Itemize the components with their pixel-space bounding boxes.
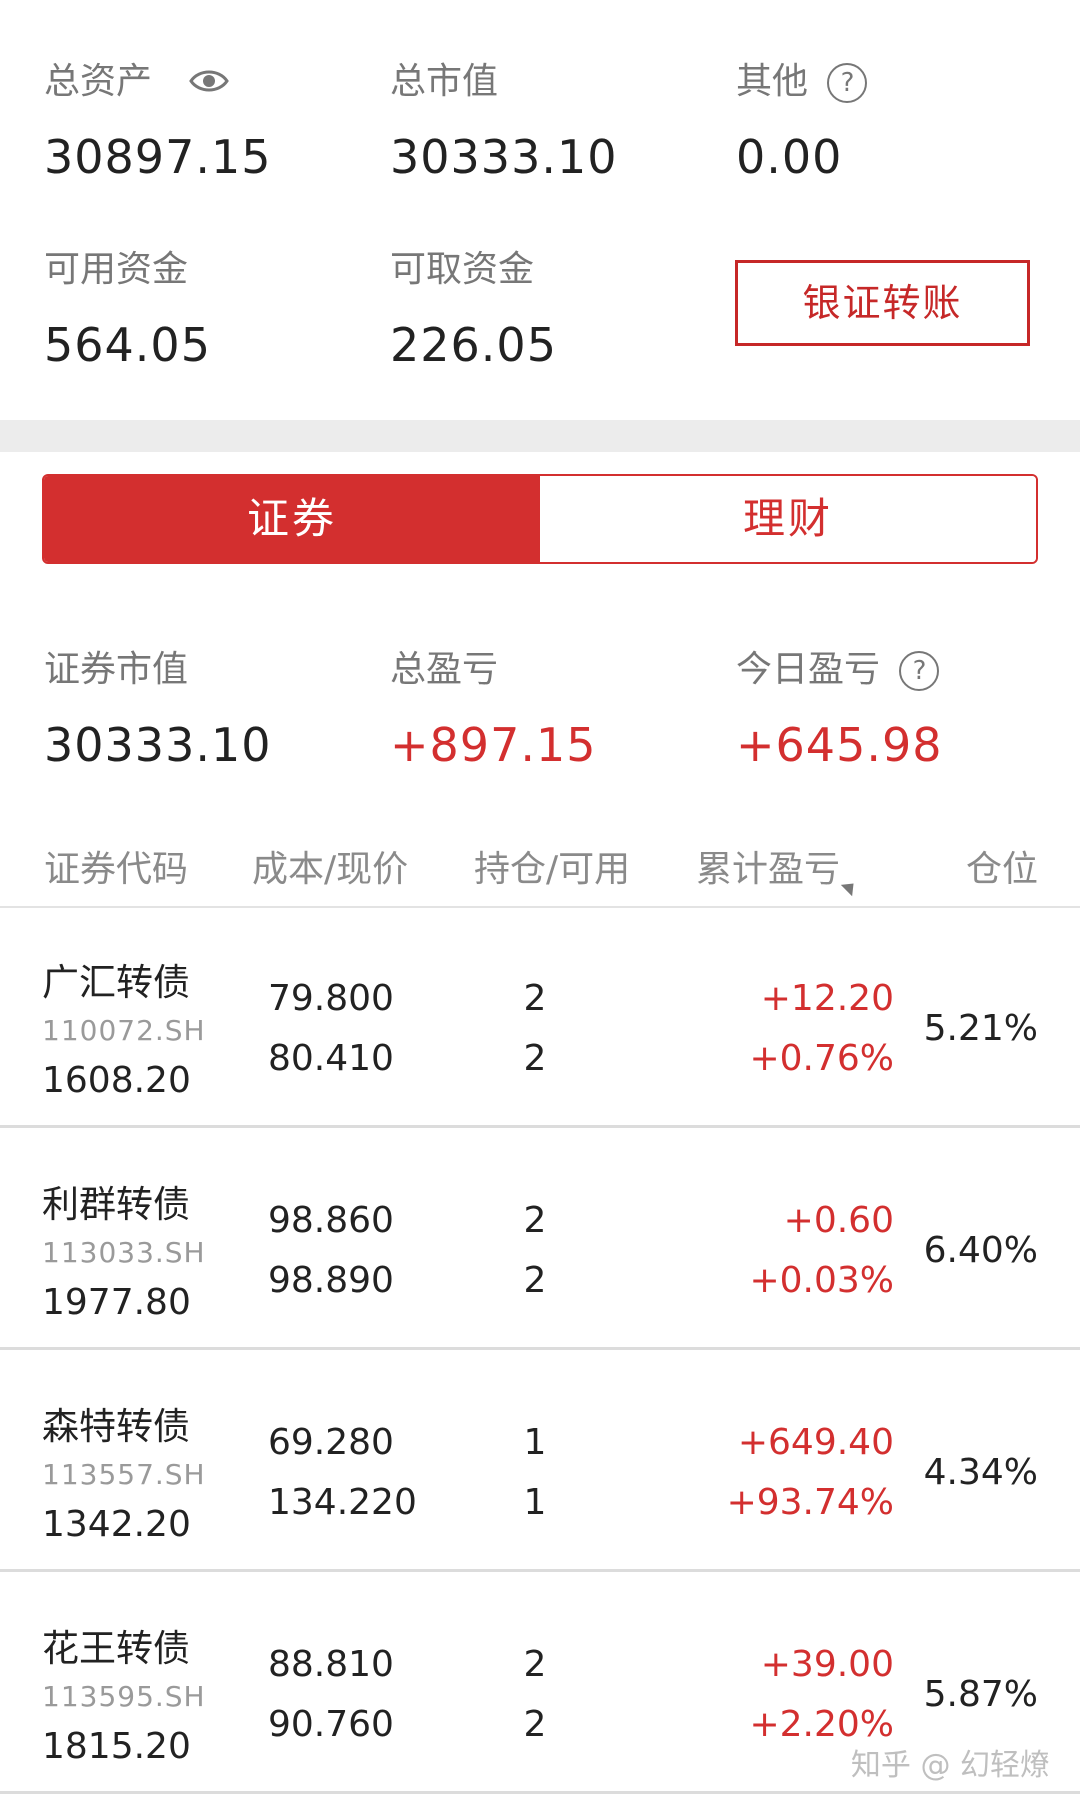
position-pct: 6.40% xyxy=(923,1230,1038,1271)
other-value: 0.00 xyxy=(736,130,843,184)
today-pl-label-text: 今日盈亏 xyxy=(736,649,881,690)
question-circle-icon[interactable]: ? xyxy=(827,63,868,103)
cumulative-pl: +0.60 xyxy=(783,1200,894,1241)
row-divider xyxy=(0,1569,1080,1572)
available-funds-label: 可用资金 xyxy=(44,249,189,290)
available-qty: 1 xyxy=(523,1482,547,1523)
security-code: 110072.SH xyxy=(42,1014,206,1047)
market-value-value: 30333.10 xyxy=(390,130,618,184)
row-divider xyxy=(0,1125,1080,1128)
security-market-value: 1815.20 xyxy=(42,1726,191,1767)
cumulative-pl-pct: +2.20% xyxy=(749,1704,894,1745)
header-position[interactable]: 仓位 xyxy=(966,840,1038,892)
holding-qty: 2 xyxy=(523,1200,547,1241)
security-code: 113033.SH xyxy=(42,1236,206,1269)
table-row[interactable]: 广汇转债 110072.SH 1608.20 79.800 80.410 2 2… xyxy=(0,908,1080,1128)
total-assets-label-text: 总资产 xyxy=(44,61,153,102)
security-code: 113595.SH xyxy=(42,1680,206,1713)
cost-price: 88.810 xyxy=(268,1644,394,1685)
header-security-code[interactable]: 证券代码 xyxy=(44,840,188,892)
total-pl-value: +897.15 xyxy=(390,718,597,772)
cumulative-pl-pct: +0.76% xyxy=(749,1038,894,1079)
question-circle-icon[interactable]: ? xyxy=(899,651,940,691)
total-assets-label: 总资产 xyxy=(44,52,230,104)
header-holding-available[interactable]: 持仓/可用 xyxy=(474,840,630,892)
holding-qty: 2 xyxy=(523,978,547,1019)
row-divider xyxy=(0,1347,1080,1350)
cumulative-pl: +39.00 xyxy=(760,1644,894,1685)
available-funds-value: 564.05 xyxy=(44,318,211,372)
today-pl-value: +645.98 xyxy=(736,718,943,772)
security-name: 花王转债 xyxy=(42,1627,190,1670)
holding-qty: 2 xyxy=(523,1644,547,1685)
available-qty: 2 xyxy=(523,1038,547,1079)
holding-qty: 1 xyxy=(523,1422,547,1463)
cost-price: 69.280 xyxy=(268,1422,394,1463)
eye-icon[interactable] xyxy=(189,63,230,104)
available-qty: 2 xyxy=(523,1260,547,1301)
cumulative-pl: +12.20 xyxy=(760,978,894,1019)
other-label: 其他 ? xyxy=(736,52,868,104)
security-code: 113557.SH xyxy=(42,1458,206,1491)
cumulative-pl-pct: +0.03% xyxy=(749,1260,894,1301)
position-pct: 5.87% xyxy=(923,1674,1038,1715)
cost-price: 79.800 xyxy=(268,978,394,1019)
position-pct: 5.21% xyxy=(923,1008,1038,1049)
total-assets-value: 30897.15 xyxy=(44,130,272,184)
security-name: 广汇转债 xyxy=(42,961,190,1004)
tab-wealth-management[interactable]: 理财 xyxy=(540,476,1036,562)
table-row[interactable]: 森特转债 113557.SH 1342.20 69.280 134.220 1 … xyxy=(0,1352,1080,1572)
security-market-value: 1977.80 xyxy=(42,1282,191,1323)
available-qty: 2 xyxy=(523,1704,547,1745)
current-price: 90.760 xyxy=(268,1704,394,1745)
watermark: 知乎 @ 幻轻燎 xyxy=(850,1748,1050,1783)
table-row[interactable]: 利群转债 113033.SH 1977.80 98.860 98.890 2 2… xyxy=(0,1130,1080,1350)
asset-type-tabs: 证券 理财 xyxy=(42,474,1038,564)
withdrawable-funds-label: 可取资金 xyxy=(390,249,535,290)
securities-market-value: 30333.10 xyxy=(44,718,272,772)
row-divider xyxy=(0,1791,1080,1794)
current-price: 98.890 xyxy=(268,1260,394,1301)
tab-securities[interactable]: 证券 xyxy=(44,476,540,562)
bank-securities-transfer-button[interactable]: 银证转账 xyxy=(735,260,1030,346)
header-cumulative-pl[interactable]: 累计盈亏 xyxy=(696,840,860,897)
market-value-label: 总市值 xyxy=(390,61,499,102)
withdrawable-funds-value: 226.05 xyxy=(390,318,557,372)
section-divider xyxy=(0,420,1080,452)
cost-price: 98.860 xyxy=(268,1200,394,1241)
position-pct: 4.34% xyxy=(923,1452,1038,1493)
securities-market-value-label: 证券市值 xyxy=(44,649,189,690)
security-name: 利群转债 xyxy=(42,1183,190,1226)
cumulative-pl: +649.40 xyxy=(737,1422,894,1463)
sort-triangle-icon xyxy=(840,877,860,897)
total-pl-label: 总盈亏 xyxy=(390,649,499,690)
header-cumulative-pl-text: 累计盈亏 xyxy=(696,849,841,890)
security-market-value: 1342.20 xyxy=(42,1504,191,1545)
other-label-text: 其他 xyxy=(736,61,809,102)
security-market-value: 1608.20 xyxy=(42,1060,191,1101)
header-cost-price[interactable]: 成本/现价 xyxy=(252,840,408,892)
current-price: 80.410 xyxy=(268,1038,394,1079)
security-name: 森特转债 xyxy=(42,1405,190,1448)
cumulative-pl-pct: +93.74% xyxy=(726,1482,894,1523)
current-price: 134.220 xyxy=(268,1482,417,1523)
today-pl-label: 今日盈亏 ? xyxy=(736,640,940,692)
